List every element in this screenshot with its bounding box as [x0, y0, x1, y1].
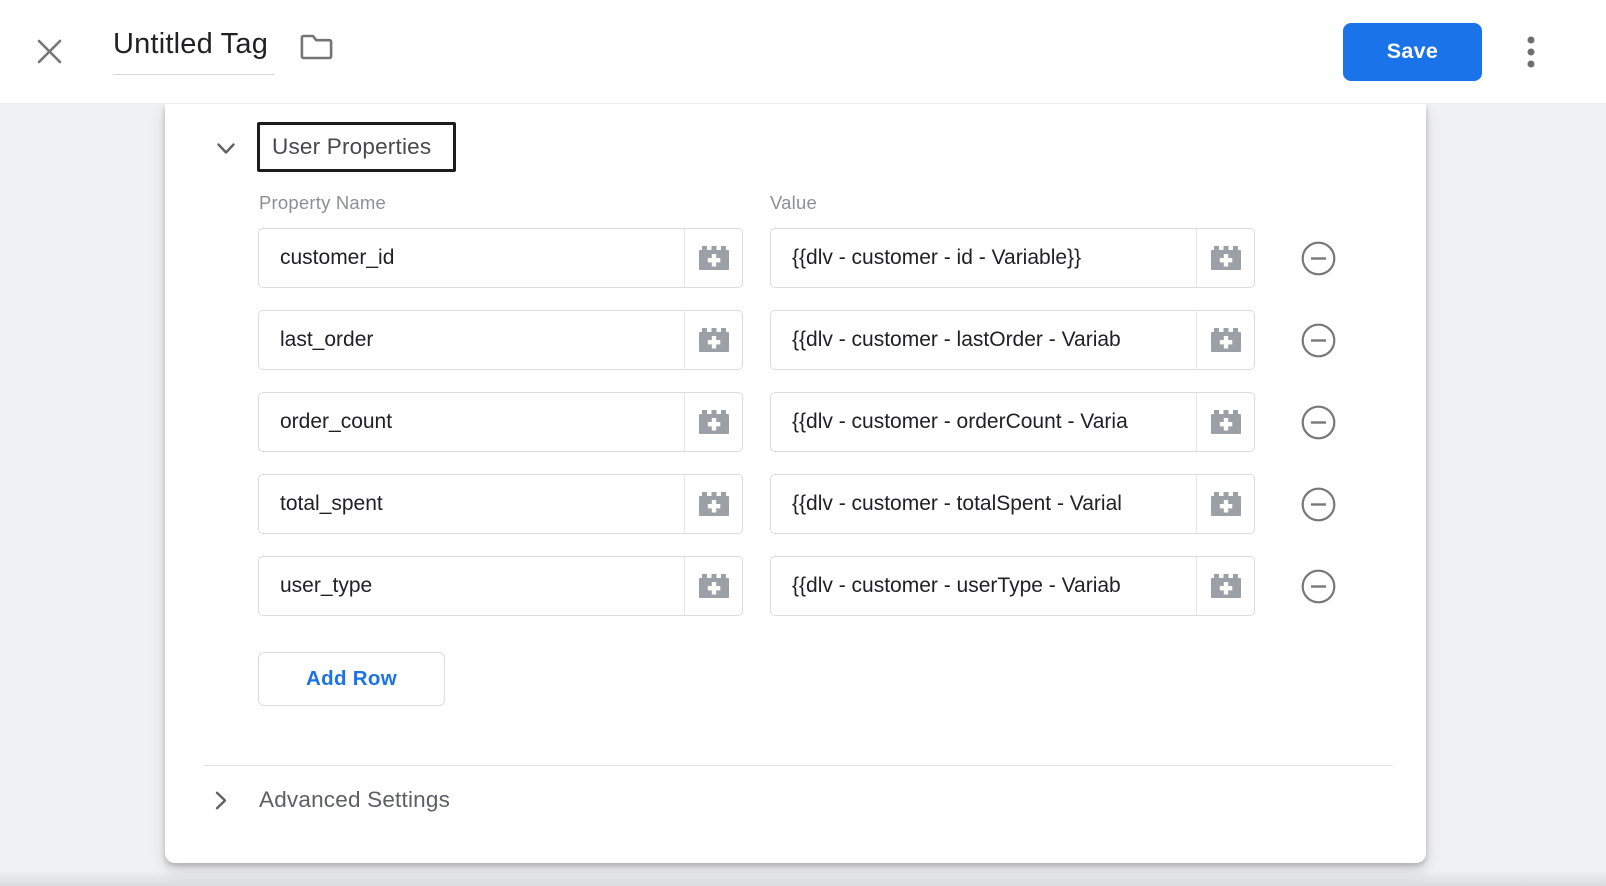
- folder-icon: [300, 33, 333, 61]
- user-properties-focus-box: User Properties: [257, 122, 456, 172]
- more-options-button[interactable]: [1522, 31, 1540, 73]
- property-name-field: [258, 228, 743, 288]
- close-icon: [35, 37, 64, 66]
- remove-row-button[interactable]: [1299, 567, 1337, 605]
- property-value-field: [770, 310, 1255, 370]
- variable-lego-plus-icon: [698, 410, 729, 434]
- variable-picker-button[interactable]: [1196, 557, 1254, 615]
- variable-picker-button[interactable]: [1196, 311, 1254, 369]
- variable-picker-button[interactable]: [684, 393, 742, 451]
- property-value-input[interactable]: [771, 393, 1196, 451]
- section-divider: [203, 765, 1393, 766]
- variable-picker-button[interactable]: [1196, 229, 1254, 287]
- section-title: User Properties: [272, 134, 432, 159]
- property-value-input[interactable]: [771, 557, 1196, 615]
- property-value-input[interactable]: [771, 475, 1196, 533]
- minus-circle-icon: [1300, 322, 1337, 359]
- variable-lego-plus-icon: [1210, 410, 1241, 434]
- advanced-settings-toggle[interactable]: Advanced Settings: [215, 782, 450, 818]
- table-row: [258, 474, 1337, 534]
- property-name-input[interactable]: [259, 557, 684, 615]
- variable-lego-plus-icon: [698, 328, 729, 352]
- variable-picker-button[interactable]: [684, 557, 742, 615]
- variable-lego-plus-icon: [698, 492, 729, 516]
- minus-circle-icon: [1300, 240, 1337, 277]
- minus-circle-icon: [1300, 486, 1337, 523]
- property-name-field: [258, 310, 743, 370]
- add-row-button[interactable]: Add Row: [258, 652, 445, 706]
- save-button[interactable]: Save: [1343, 22, 1482, 81]
- table-row: [258, 310, 1337, 370]
- variable-lego-plus-icon: [1210, 328, 1241, 352]
- property-value-input[interactable]: [771, 229, 1196, 287]
- remove-row-button[interactable]: [1299, 403, 1337, 441]
- chevron-right-icon: [215, 791, 227, 810]
- bottom-shade: [0, 870, 1606, 886]
- remove-row-button[interactable]: [1299, 239, 1337, 277]
- close-button[interactable]: [34, 37, 64, 67]
- variable-lego-plus-icon: [1210, 246, 1241, 270]
- tag-configuration-card: User Properties Property Name Value cust…: [165, 104, 1426, 863]
- property-name-field: [258, 392, 743, 452]
- variable-picker-button[interactable]: [684, 229, 742, 287]
- property-value-field: [770, 556, 1255, 616]
- user-properties-section-toggle[interactable]: User Properties: [217, 122, 456, 172]
- variable-picker-button[interactable]: [684, 311, 742, 369]
- property-value-field: [770, 474, 1255, 534]
- top-bar: Untitled Tag Save: [0, 0, 1606, 104]
- main-background: User Properties Property Name Value cust…: [0, 104, 1606, 886]
- table-row: [258, 228, 1337, 288]
- property-name-field: [258, 474, 743, 534]
- property-name-input[interactable]: [259, 475, 684, 533]
- variable-lego-plus-icon: [698, 574, 729, 598]
- property-rows: [258, 228, 1337, 638]
- table-row: [258, 556, 1337, 616]
- variable-picker-button[interactable]: [1196, 475, 1254, 533]
- kebab-menu-icon: [1526, 35, 1536, 69]
- tag-title-field[interactable]: Untitled Tag: [113, 28, 275, 75]
- advanced-settings-label: Advanced Settings: [259, 787, 451, 812]
- variable-picker-button[interactable]: [684, 475, 742, 533]
- variable-lego-plus-icon: [698, 246, 729, 270]
- property-name-input[interactable]: [259, 393, 684, 451]
- column-header-value: Value: [770, 192, 817, 213]
- remove-row-button[interactable]: [1299, 485, 1337, 523]
- chevron-down-icon: [217, 143, 235, 155]
- folder-button[interactable]: [300, 33, 333, 61]
- remove-row-button[interactable]: [1299, 321, 1337, 359]
- column-header-property-name: Property Name: [259, 192, 387, 213]
- variable-lego-plus-icon: [1210, 492, 1241, 516]
- table-row: [258, 392, 1337, 452]
- minus-circle-icon: [1300, 404, 1337, 441]
- property-name-field: [258, 556, 743, 616]
- property-value-field: [770, 228, 1255, 288]
- property-value-field: [770, 392, 1255, 452]
- page-title: Untitled Tag: [113, 28, 269, 60]
- property-name-input[interactable]: [259, 311, 684, 369]
- property-name-input[interactable]: [259, 229, 684, 287]
- property-value-input[interactable]: [771, 311, 1196, 369]
- variable-picker-button[interactable]: [1196, 393, 1254, 451]
- variable-lego-plus-icon: [1210, 574, 1241, 598]
- minus-circle-icon: [1300, 568, 1337, 605]
